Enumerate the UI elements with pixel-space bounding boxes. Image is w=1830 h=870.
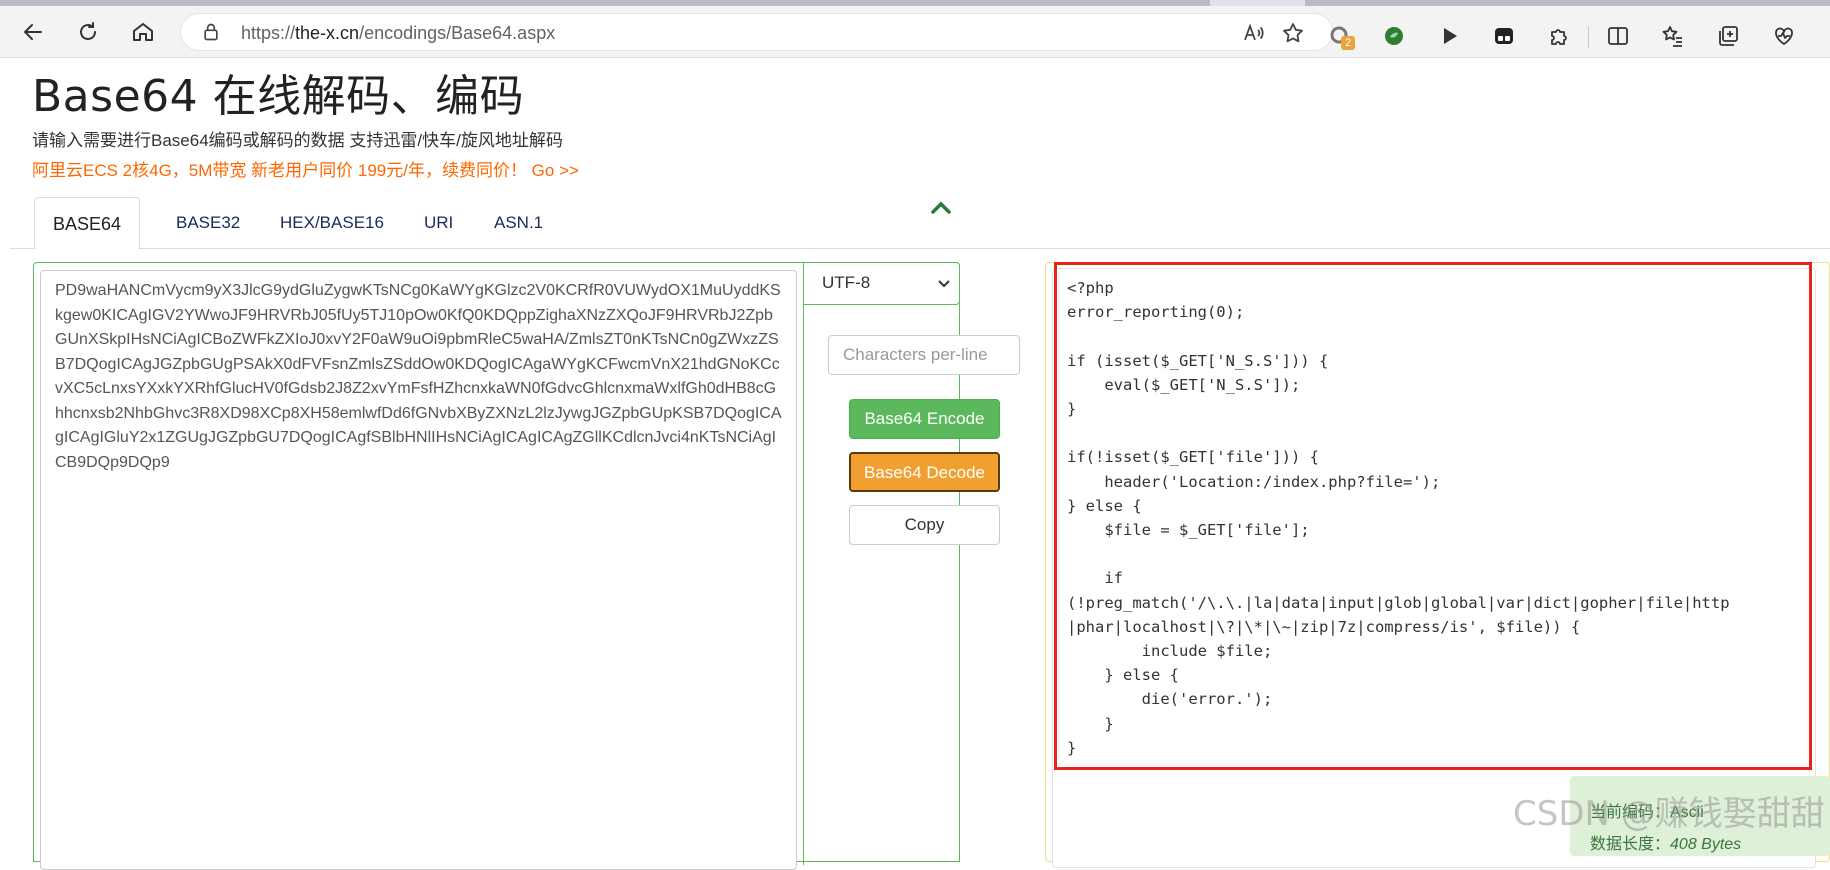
extension-green-button[interactable] (1380, 22, 1408, 50)
tab-base32[interactable]: BASE32 (158, 197, 258, 249)
home-button[interactable] (124, 14, 162, 50)
base64-input[interactable]: PD9waHANCmVycm9yX3JlcG9ydGluZygwKTsNCg0K… (40, 270, 797, 870)
back-button[interactable] (14, 14, 52, 50)
url-text[interactable]: https://the-x.cn/encodings/Base64.aspx (241, 23, 555, 44)
watermark: CSDN @赚钱娶甜甜 (1513, 794, 1825, 834)
heart-pulse-icon (1775, 27, 1793, 45)
tab-uri[interactable]: URI (406, 197, 471, 249)
arrow-left-icon (23, 24, 42, 40)
refresh-button[interactable] (69, 14, 107, 50)
favorite-star-icon[interactable] (1281, 21, 1305, 45)
favorites-button[interactable] (1659, 22, 1687, 50)
play-button[interactable] (1435, 22, 1463, 50)
refresh-icon (80, 22, 96, 40)
chevron-up-icon[interactable] (930, 200, 952, 216)
extension-button[interactable]: 2 (1326, 22, 1355, 50)
charset-value: UTF-8 (822, 273, 871, 292)
read-aloud-icon[interactable] (1241, 21, 1265, 45)
encode-button[interactable]: Base64 Encode (849, 399, 1000, 439)
green-extension-icon (1385, 27, 1403, 45)
play-icon (1444, 28, 1457, 44)
encoding-tabs: BASE64 BASE32 HEX/BASE16 URI ASN.1 (10, 197, 1830, 250)
page-title: Base64 在线解码、编码 (32, 71, 525, 122)
browser-toolbar: https://the-x.cn/encodings/Base64.aspx 2 (0, 6, 1830, 58)
collections-button[interactable] (1714, 22, 1742, 50)
extensions-button[interactable] (1545, 22, 1573, 50)
decode-button[interactable]: Base64 Decode (849, 452, 1000, 492)
lock-icon[interactable] (201, 22, 221, 42)
address-bar[interactable]: https://the-x.cn/encodings/Base64.aspx (180, 13, 1333, 51)
chars-per-line-input[interactable]: Characters per-line (828, 335, 1020, 375)
tab-manager-button[interactable] (1490, 22, 1518, 50)
puzzle-icon (1551, 29, 1567, 45)
tab-manager-icon (1495, 28, 1513, 44)
toolbar-separator (1588, 26, 1589, 48)
tab-base64[interactable]: BASE64 (34, 197, 141, 250)
controls-divider (803, 305, 804, 865)
collections-icon (1719, 26, 1738, 46)
promo-link[interactable]: 阿里云ECS 2核4G，5M带宽 新老用户同价 199元/年，续费同价！ Go … (32, 156, 579, 181)
chevron-down-icon (938, 280, 950, 288)
decoded-output[interactable]: <?php error_reporting(0); if (isset($_GE… (1067, 276, 1802, 760)
split-screen-button[interactable] (1604, 22, 1632, 50)
browser-essentials-button[interactable] (1770, 22, 1798, 50)
tab-hex-base16[interactable]: HEX/BASE16 (262, 197, 402, 249)
copy-button[interactable]: Copy (849, 505, 1000, 545)
page-description: 请输入需要进行Base64编码或解码的数据 支持迅雷/快车/旋风地址解码 (32, 131, 563, 150)
favorites-list-icon (1662, 26, 1682, 47)
home-icon (133, 23, 153, 41)
extension-badge: 2 (1341, 36, 1355, 50)
charset-select[interactable]: UTF-8 (803, 262, 960, 305)
split-screen-icon (1608, 27, 1628, 45)
tab-asn1[interactable]: ASN.1 (476, 197, 561, 249)
